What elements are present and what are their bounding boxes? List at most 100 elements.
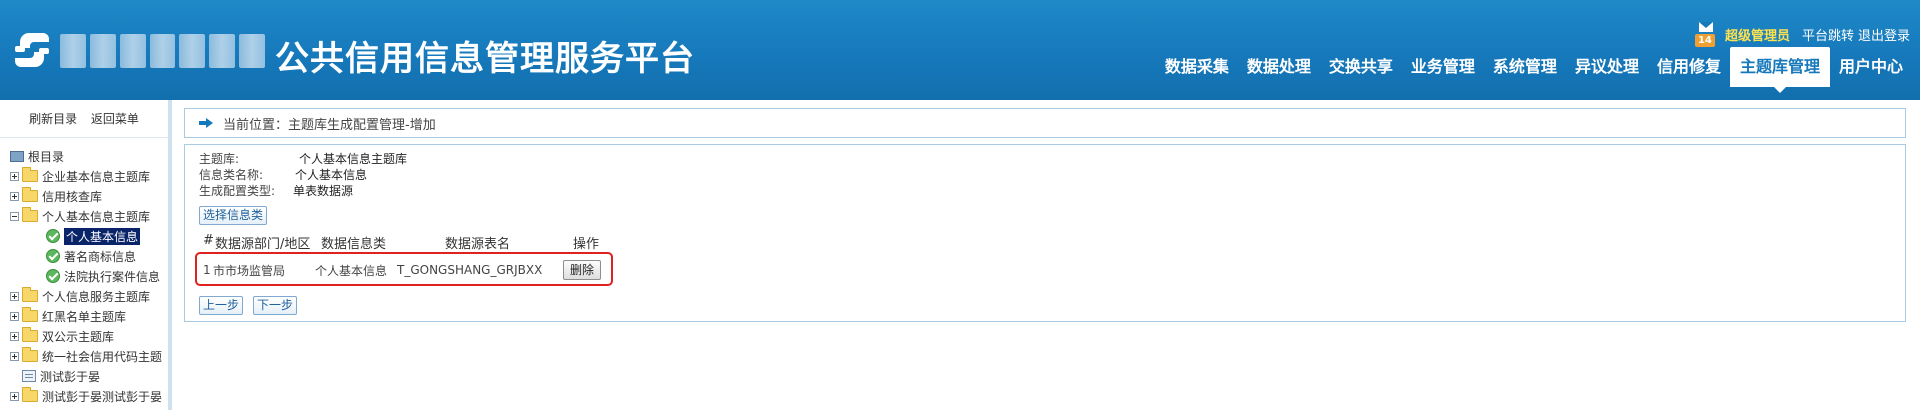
theme-label: 主题库: [199,152,240,166]
choose-info-class-button[interactable]: 选择信息类 [199,206,268,225]
collapse-icon[interactable] [10,211,19,221]
platform-logo-icon [15,33,49,67]
expand-icon[interactable] [10,291,19,301]
tree-node-label: 测试彭于晏 [40,369,101,384]
nav-business-management[interactable]: 业务管理 [1402,47,1484,87]
sidebar-actions: 刷新目录 返回菜单 [0,100,168,138]
folder-open-icon [22,207,38,222]
user-toolbar: 14 超级管理员 平台跳转 退出登录 [1691,20,1910,48]
config-panel: 主题库: 个人基本信息主题库 信息类名称: 个人基本信息 生成配置类型: 单表数… [184,144,1906,322]
tree-node-label: 企业基本信息主题库 [42,169,151,184]
row-info-class: 个人基本信息 [315,263,388,278]
arrow-right-icon [199,118,213,128]
col-dept-header: 数据源部门/地区 [215,237,311,252]
nav-system-management[interactable]: 系统管理 [1484,47,1566,87]
tree-node-label: 双公示主题库 [42,329,115,344]
nav-data-processing[interactable]: 数据处理 [1238,47,1320,87]
check-circle-icon [46,269,60,283]
nav-objection-handling[interactable]: 异议处理 [1566,47,1648,87]
tree-leaf-personal-basic-info[interactable]: 个人基本信息 [10,226,168,246]
config-type-row: 生成配置类型: 单表数据源 [199,183,407,199]
tree-node-test-1[interactable]: 测试彭于晏 [10,366,168,386]
return-menu-link[interactable]: 返回菜单 [91,112,139,126]
expand-icon[interactable] [10,331,19,341]
tree-node-label: 个人基本信息主题库 [42,209,151,224]
tree-node-label: 著名商标信息 [64,249,137,264]
folder-icon [22,327,38,342]
col-table-name-header: 数据源表名 [445,237,511,252]
tree-node-label: 红黑名单主题库 [42,309,127,324]
mail-count-badge: 14 [1694,34,1715,47]
directory-tree: 根目录 企业基本信息主题库 信用核查库 个人基本信息主题库 个人基本信息 著名商… [0,138,168,406]
tree-node-double-publicity[interactable]: 双公示主题库 [10,326,168,346]
sidebar: 刷新目录 返回菜单 根目录 企业基本信息主题库 信用核查库 个人基本信息主题库 … [0,100,172,410]
tree-node-label-selected: 个人基本信息 [64,227,141,245]
nav-user-center[interactable]: 用户中心 [1830,47,1912,87]
current-user-name[interactable]: 超级管理员 [1725,25,1790,44]
col-index-header: # [203,233,214,248]
expand-icon[interactable] [10,191,19,201]
tree-node-label: 法院执行案件信息 [64,269,161,284]
config-type-value: 单表数据源 [293,184,354,198]
config-type-label: 生成配置类型: [199,184,276,198]
logout-link[interactable]: 退出登录 [1858,25,1910,44]
tree-node-enterprise-basic[interactable]: 企业基本信息主题库 [10,166,168,186]
col-action-header: 操作 [573,237,600,252]
folder-icon [22,387,38,402]
check-circle-icon [46,229,60,243]
mail-icon [1698,22,1713,32]
breadcrumb: 当前位置：主题库生成配置管理-增加 [184,108,1906,138]
platform-switch-link[interactable]: 平台跳转 [1802,25,1854,44]
tree-root[interactable]: 根目录 [10,146,168,166]
next-step-button[interactable]: 下一步 [253,296,298,315]
delete-button[interactable]: 删除 [563,260,602,280]
table-row: 1 市市场监管局 个人基本信息 T_GONGSHANG_GRJBXX 删除 [203,260,602,280]
breadcrumb-text: 当前位置：主题库生成配置管理-增加 [223,117,436,133]
tree-node-personal-service[interactable]: 个人信息服务主题库 [10,286,168,306]
previous-step-button[interactable]: 上一步 [199,296,244,315]
tree-node-test-2[interactable]: 测试彭于晏测试彭于晏 [10,386,168,406]
top-header: 公共信用信息管理服务平台 14 超级管理员 平台跳转 退出登录 数据采集 数据处… [0,0,1920,100]
refresh-directory-link[interactable]: 刷新目录 [29,112,77,126]
check-circle-icon [46,249,60,263]
nav-exchange-share[interactable]: 交换共享 [1320,47,1402,87]
tree-node-label: 统一社会信用代码主题 [42,349,163,364]
tree-node-red-black-list[interactable]: 红黑名单主题库 [10,306,168,326]
category-row: 信息类名称: 个人基本信息 [199,167,407,183]
expand-icon[interactable] [10,351,19,361]
row-table-name: T_GONGSHANG_GRJBXX [397,263,543,277]
folder-icon [22,287,38,302]
tree-node-personal-basic[interactable]: 个人基本信息主题库 [10,206,168,226]
row-dept: 市市场监管局 [213,263,286,278]
main-content: 当前位置：主题库生成配置管理-增加 主题库: 个人基本信息主题库 信息类名称: … [176,100,1920,410]
expand-icon[interactable] [10,391,19,401]
theme-value: 个人基本信息主题库 [299,152,408,166]
document-icon [22,370,36,382]
category-value: 个人基本信息 [295,168,368,182]
theme-row: 主题库: 个人基本信息主题库 [199,151,407,167]
category-label: 信息类名称: [199,168,264,182]
tree-node-unified-credit-code[interactable]: 统一社会信用代码主题 [10,346,168,366]
tree-leaf-famous-trademark[interactable]: 著名商标信息 [10,246,168,266]
table-header: # 数据源部门/地区 数据信息类 数据源表名 操作 [203,233,599,252]
tree-node-label: 个人信息服务主题库 [42,289,151,304]
mail-notification[interactable]: 14 [1691,20,1719,48]
tree-leaf-court-cases[interactable]: 法院执行案件信息 [10,266,168,286]
tree-node-credit-check[interactable]: 信用核查库 [10,186,168,206]
folder-icon [22,167,38,182]
nav-credit-repair[interactable]: 信用修复 [1648,47,1730,87]
folder-icon [22,347,38,362]
tree-node-label: 测试彭于晏测试彭于晏 [42,389,163,404]
redacted-region-name [60,34,266,68]
main-nav: 数据采集 数据处理 交换共享 业务管理 系统管理 异议处理 信用修复 主题库管理… [1156,47,1912,93]
expand-icon[interactable] [10,171,19,181]
tree-node-label: 根目录 [28,149,65,164]
row-index: 1 [203,263,211,277]
config-info: 主题库: 个人基本信息主题库 信息类名称: 个人基本信息 生成配置类型: 单表数… [199,151,407,199]
computer-icon [10,150,24,162]
nav-theme-library-management[interactable]: 主题库管理 [1729,47,1830,93]
expand-icon[interactable] [10,311,19,321]
nav-data-collection[interactable]: 数据采集 [1156,47,1238,87]
folder-icon [22,307,38,322]
col-info-class-header: 数据信息类 [321,237,387,252]
